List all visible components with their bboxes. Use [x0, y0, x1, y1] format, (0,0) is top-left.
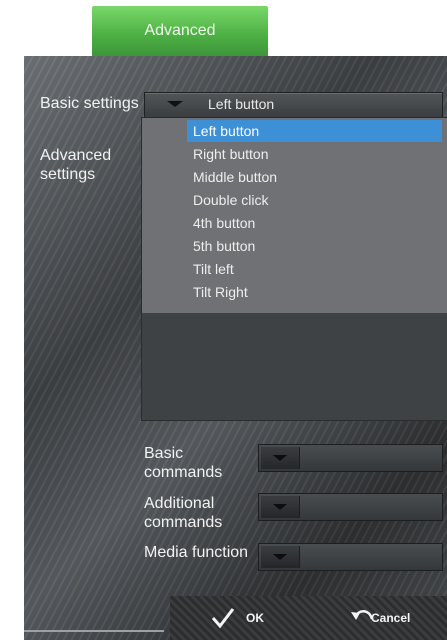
basic-commands-dropdown-button[interactable]: [261, 447, 300, 469]
button-dropdown-list: Left button Right button Middle button D…: [141, 117, 447, 421]
chevron-down-icon: [273, 455, 287, 461]
divider: [24, 630, 164, 632]
media-function-label: Media function: [144, 544, 249, 561]
media-function-dropdown-button[interactable]: [261, 546, 300, 568]
option-middle-button[interactable]: Middle button: [187, 166, 442, 188]
option-right-button[interactable]: Right button: [187, 143, 442, 165]
nav-advanced-settings[interactable]: Advanced settings: [40, 146, 150, 184]
chevron-down-icon: [273, 554, 287, 560]
dropdown-options: Left button Right button Middle button D…: [142, 118, 447, 313]
additional-commands-select[interactable]: [258, 493, 443, 521]
additional-commands-label: Additional commands: [144, 495, 223, 531]
option-4th-button[interactable]: 4th button: [187, 212, 442, 234]
cancel-label: Cancel: [371, 611, 411, 625]
chevron-down-icon: [273, 504, 287, 510]
option-left-button[interactable]: Left button: [187, 120, 442, 142]
checkmark-icon: [211, 608, 235, 629]
basic-commands-label: Basic commands: [144, 445, 223, 481]
nav-basic-settings[interactable]: Basic settings: [40, 94, 150, 113]
option-tilt-right[interactable]: Tilt Right: [187, 281, 442, 303]
chevron-down-icon: [167, 101, 183, 107]
ok-label: OK: [246, 611, 264, 625]
button-select-value: Left button: [208, 96, 275, 112]
settings-panel: Basic settings Advanced settings Left bu…: [24, 56, 447, 640]
ok-button[interactable]: OK: [192, 602, 312, 634]
button-select[interactable]: Left button: [144, 92, 443, 118]
option-5th-button[interactable]: 5th button: [187, 235, 442, 257]
option-double-click[interactable]: Double click: [187, 189, 442, 211]
cancel-button[interactable]: Cancel: [335, 602, 445, 634]
basic-commands-select[interactable]: [258, 444, 443, 472]
footer-bar: OK Cancel: [170, 596, 447, 640]
media-function-select[interactable]: [258, 543, 443, 571]
additional-commands-dropdown-button[interactable]: [261, 496, 300, 518]
tab-advanced[interactable]: Advanced: [92, 6, 268, 56]
option-tilt-left[interactable]: Tilt left: [187, 258, 442, 280]
